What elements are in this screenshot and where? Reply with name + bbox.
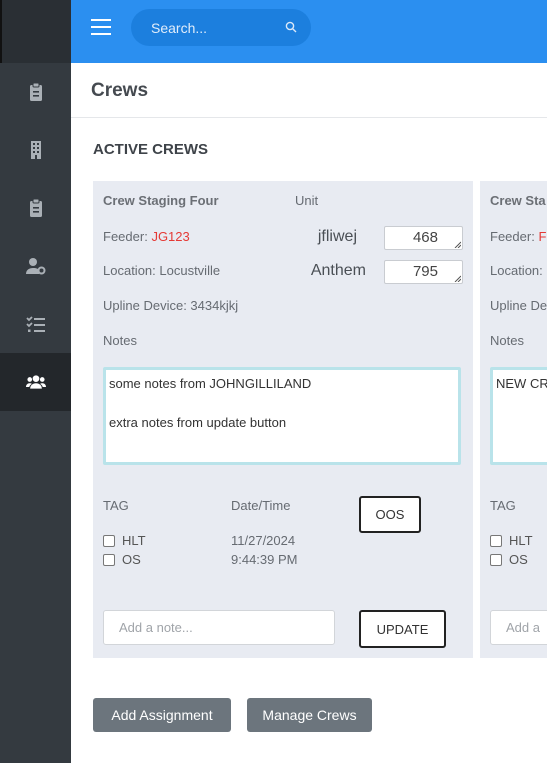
crew-name: Crew Staging Four — [103, 193, 219, 208]
sidebar-item-clipboard-2[interactable] — [0, 179, 71, 237]
sidebar-item-checklist[interactable] — [0, 295, 71, 353]
hlt-checkbox[interactable] — [103, 534, 115, 547]
tag-os-row: OS — [103, 552, 141, 567]
sidebar-item-clipboard[interactable] — [0, 63, 71, 121]
page-title: Crews — [91, 80, 149, 101]
tag-hlt-row: HLT — [103, 533, 146, 548]
feeder-row: Feeder: F — [490, 229, 546, 244]
unit-number-value: 795 — [412, 263, 438, 280]
time-text: 9:44:39 PM — [231, 552, 298, 567]
hlt-label: HLT — [122, 533, 146, 548]
resize-grip-icon[interactable] — [454, 275, 461, 282]
feeder-row: Feeder: JG123 — [103, 229, 190, 244]
unit-label: Unit — [295, 193, 319, 208]
users-icon — [25, 375, 46, 389]
tag-label: TAG — [490, 498, 516, 513]
hlt-label: HLT — [509, 533, 533, 548]
upline-device-text: Upline Device: 3434kjkj — [103, 298, 239, 313]
search-input[interactable] — [131, 9, 281, 46]
location-text: Location: Locustville — [103, 263, 221, 278]
sidebar — [0, 0, 71, 763]
os-label: OS — [509, 552, 528, 567]
hlt-checkbox[interactable] — [490, 534, 502, 547]
user-gear-icon — [25, 258, 45, 275]
unit-number-field[interactable]: 468 — [384, 226, 463, 250]
unit-number-value: 468 — [412, 229, 438, 246]
add-note-input[interactable]: Add a — [490, 610, 547, 645]
top-navbar — [71, 0, 547, 63]
os-checkbox[interactable] — [490, 553, 502, 566]
location-text: Location: — [490, 263, 543, 278]
crew-card: Crew Staging Four Unit Feeder: JG123 jfl… — [93, 181, 473, 658]
datetime-label: Date/Time — [231, 498, 291, 513]
os-checkbox[interactable] — [103, 553, 115, 566]
sidebar-item-building[interactable] — [0, 121, 71, 179]
upline-device-text: Upline De — [490, 298, 547, 313]
search-box — [131, 9, 311, 46]
feeder-label: Feeder: — [103, 229, 148, 244]
os-label: OS — [122, 552, 141, 567]
page-header: Crews — [71, 63, 547, 118]
resize-grip-icon[interactable] — [454, 241, 461, 248]
section-title: ACTIVE CREWS — [93, 141, 209, 158]
notes-textarea[interactable]: NEW CR — [490, 367, 547, 465]
add-assignment-button[interactable]: Add Assignment — [93, 698, 231, 732]
sidebar-item-crews[interactable] — [0, 353, 71, 411]
checklist-icon — [25, 316, 45, 332]
date-text: 11/27/2024 — [231, 533, 296, 548]
tag-os-row: OS — [490, 552, 528, 567]
tag-hlt-row: HLT — [490, 533, 533, 548]
tag-label: TAG — [103, 498, 129, 513]
main-content: ACTIVE CREWS Crew Staging Four Unit Feed… — [71, 118, 547, 763]
feeder-label: Feeder: — [490, 229, 535, 244]
crew-card: Crew Sta Feeder: F Location: Upline De N… — [480, 181, 547, 658]
oos-button[interactable]: OOS — [359, 496, 421, 533]
crew-name: Crew Sta — [490, 193, 546, 208]
feeder-value: F — [538, 229, 547, 244]
update-button[interactable]: UPDATE — [359, 610, 446, 648]
building-icon — [30, 141, 41, 159]
manage-crews-button[interactable]: Manage Crews — [247, 698, 372, 732]
menu-toggle-icon[interactable] — [91, 19, 111, 37]
unit-name: Anthem — [310, 262, 366, 279]
search-icon[interactable] — [285, 21, 297, 33]
notes-label: Notes — [103, 333, 137, 348]
feeder-value: JG123 — [151, 229, 190, 244]
clipboard-icon — [29, 198, 42, 217]
notes-textarea[interactable]: some notes from JOHNGILLILAND extra note… — [103, 367, 461, 465]
sidebar-item-user-settings[interactable] — [0, 237, 71, 295]
sidebar-brand-area — [0, 0, 71, 63]
unit-number-field[interactable]: 795 — [384, 260, 463, 284]
add-note-input[interactable]: Add a note... — [103, 610, 335, 645]
notes-label: Notes — [490, 333, 524, 348]
clipboard-icon — [29, 82, 42, 101]
unit-name: jfliwej — [317, 228, 357, 245]
